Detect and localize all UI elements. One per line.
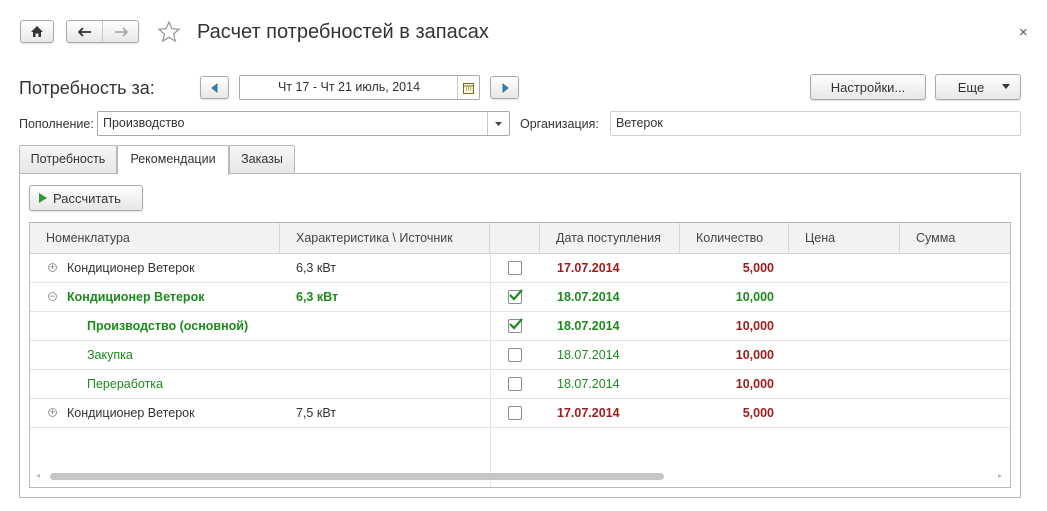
quantity-cell: 10,000	[735, 348, 774, 362]
source-cell: Переработка	[87, 377, 164, 391]
replenishment-value: Производство	[103, 116, 185, 130]
period-field[interactable]: Чт 17 - Чт 21 июль, 2014	[239, 75, 480, 100]
page-title: Расчет потребностей в запасах	[197, 21, 489, 43]
settings-button[interactable]: Настройки...	[810, 74, 926, 100]
nomenclature-cell: Кондиционер Ветерок	[67, 290, 205, 304]
column-header-nomenclature[interactable]: Номенклатура	[30, 223, 280, 253]
replenishment-label: Пополнение:	[19, 117, 94, 131]
column-header-checkbox[interactable]	[490, 223, 540, 253]
calendar-icon	[463, 82, 474, 94]
date-cell: 17.07.2014	[557, 261, 620, 275]
nomenclature-cell: Кондиционер Ветерок	[67, 406, 195, 420]
table-row[interactable]: Переработка 18.07.2014 10,000	[30, 370, 1010, 399]
next-period-button[interactable]	[490, 76, 519, 99]
table-row[interactable]: Производство (основной) 18.07.2014 10,00…	[30, 312, 1010, 341]
date-cell: 18.07.2014	[557, 377, 620, 391]
table-row[interactable]: + Кондиционер Ветерок 6,3 кВт 17.07.2014…	[30, 254, 1010, 283]
home-button[interactable]	[20, 20, 54, 43]
quantity-cell: 5,000	[742, 261, 774, 275]
tab-orders[interactable]: Заказы	[229, 145, 295, 174]
column-header-quantity[interactable]: Количество	[680, 223, 789, 253]
favorite-star-icon[interactable]	[157, 20, 181, 44]
previous-period-button[interactable]	[200, 76, 229, 99]
date-cell: 18.07.2014	[557, 290, 620, 304]
recommendations-table[interactable]: Номенклатура Характеристика \ Источник Д…	[29, 222, 1011, 488]
column-header-date[interactable]: Дата поступления	[540, 223, 680, 253]
characteristic-cell: 6,3 кВт	[296, 290, 339, 304]
characteristic-cell: 6,3 кВт	[296, 261, 336, 275]
tab-need[interactable]: Потребность	[19, 145, 117, 174]
tab-recommendations[interactable]: Рекомендации	[117, 145, 229, 175]
quantity-cell: 5,000	[742, 406, 774, 420]
row-checkbox[interactable]	[508, 261, 522, 275]
column-header-sum[interactable]: Сумма	[900, 223, 1010, 253]
replenishment-select[interactable]: Производство	[97, 111, 510, 136]
table-row[interactable]: − Кондиционер Ветерок 6,3 кВт 18.07.2014…	[30, 283, 1010, 312]
more-button-label: Еще	[957, 79, 985, 95]
row-checkbox[interactable]	[508, 406, 522, 420]
calculate-button[interactable]: Рассчитать	[29, 185, 143, 211]
arrow-left-icon	[77, 26, 92, 37]
table-row[interactable]: + Кондиционер Ветерок 7,5 кВт 17.07.2014…	[30, 399, 1010, 428]
quantity-cell: 10,000	[735, 319, 774, 333]
calendar-button[interactable]	[457, 76, 479, 99]
calculate-button-label: Рассчитать	[53, 190, 121, 206]
column-header-price[interactable]: Цена	[789, 223, 900, 253]
row-checkbox-checked[interactable]	[508, 289, 523, 304]
quantity-cell: 10,000	[735, 377, 774, 391]
scroll-right-icon[interactable]: ▸	[998, 471, 1002, 480]
settings-button-label: Настройки...	[830, 79, 906, 95]
navigation-buttons	[66, 20, 139, 43]
date-cell: 18.07.2014	[557, 348, 620, 362]
quantity-cell: 10,000	[735, 290, 774, 304]
back-button[interactable]	[67, 21, 103, 42]
chevron-down-icon	[495, 121, 502, 126]
row-checkbox-checked[interactable]	[508, 318, 523, 333]
arrow-right-icon	[114, 26, 128, 37]
arrow-left-icon	[209, 82, 221, 94]
scrollbar-thumb[interactable]	[50, 473, 664, 480]
scroll-left-icon[interactable]: ◂	[36, 471, 40, 480]
source-cell: Закупка	[87, 348, 133, 362]
row-checkbox[interactable]	[508, 348, 522, 362]
table-row[interactable]: Закупка 18.07.2014 10,000	[30, 341, 1010, 370]
play-icon	[39, 193, 47, 203]
expand-icon[interactable]: +	[48, 263, 57, 272]
organization-value: Ветерок	[616, 116, 663, 130]
date-cell: 18.07.2014	[557, 319, 620, 333]
nomenclature-cell: Кондиционер Ветерок	[67, 261, 195, 275]
horizontal-scrollbar[interactable]: ◂ ▸	[30, 465, 1010, 487]
expand-icon[interactable]: +	[48, 408, 57, 417]
chevron-down-icon	[1002, 84, 1010, 89]
organization-label: Организация:	[520, 117, 599, 131]
close-button[interactable]: ×	[1019, 24, 1028, 41]
more-button[interactable]: Еще	[935, 74, 1021, 100]
column-header-characteristic[interactable]: Характеристика \ Источник	[280, 223, 490, 253]
collapse-icon[interactable]: −	[48, 292, 57, 301]
period-value: Чт 17 - Чт 21 июль, 2014	[277, 80, 421, 94]
table-header: Номенклатура Характеристика \ Источник Д…	[30, 223, 1010, 254]
forward-button[interactable]	[103, 21, 138, 42]
characteristic-cell: 7,5 кВт	[296, 406, 336, 420]
period-label: Потребность за:	[19, 78, 155, 98]
organization-field[interactable]: Ветерок	[610, 111, 1021, 136]
replenishment-dropdown-button[interactable]	[487, 112, 509, 135]
row-checkbox[interactable]	[508, 377, 522, 391]
source-cell: Производство (основной)	[87, 319, 249, 333]
arrow-right-icon	[499, 82, 511, 94]
home-icon	[30, 25, 44, 38]
date-cell: 17.07.2014	[557, 406, 620, 420]
